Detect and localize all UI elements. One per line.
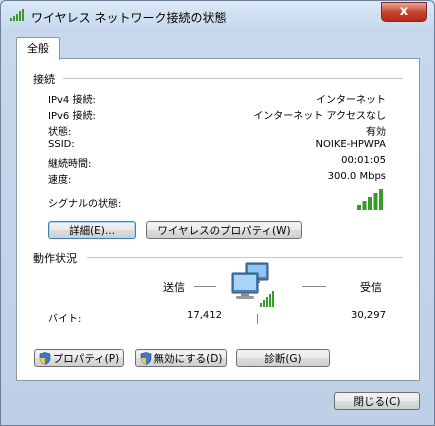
wireless-properties-button[interactable]: ワイヤレスのプロパティ(W) [146,221,302,239]
ipv4-label: IPv4 接続: [48,95,96,106]
sent-line [194,286,216,287]
signal-bar [357,205,361,210]
duration-label: 継続時間: [48,159,92,170]
close-icon[interactable]: x [381,2,427,22]
general-panel: 接続 IPv4 接続: インターネット IPv6 接続: インターネット アクセ… [16,58,420,381]
received-line [302,286,326,287]
ssid-value: NOIKE-HPWPA [315,139,386,150]
disable-button[interactable]: 無効にする(D) [135,349,227,367]
activity-divider [87,257,403,258]
duration-value: 00:01:05 [341,155,386,166]
properties-button[interactable]: プロパティ(P) [34,349,124,367]
speed-value: 300.0 Mbps [327,171,386,182]
ipv6-label: IPv6 接続: [48,111,96,122]
close-button[interactable]: 閉じる(C) [334,392,420,410]
activity-header: 動作状況 [33,252,77,265]
received-label: 受信 [360,281,382,294]
network-computers-icon [231,262,274,307]
bytes-received-value: 30,297 [351,310,386,321]
state-value: 有効 [366,127,386,138]
state-label: 状態: [48,127,72,138]
signal-quality-label: シグナルの状態: [48,199,122,210]
uac-shield-icon [140,352,151,365]
properties-button-label: プロパティ(P) [52,353,120,365]
details-button[interactable]: 詳細(E)... [48,221,136,239]
disable-button-label: 無効にする(D) [153,353,223,365]
connection-divider [63,78,403,79]
tab-general[interactable]: 全般 [16,37,60,60]
signal-strength-icon [355,187,385,211]
speed-label: 速度: [48,175,72,186]
bytes-label: バイト: [48,314,82,325]
window-title: ワイヤレス ネットワーク接続の状態 [31,11,227,25]
diagnose-button[interactable]: 診断(G) [236,349,330,367]
signal-bar [373,193,378,210]
uac-shield-icon [39,352,51,365]
signal-icon [10,9,24,21]
signal-bar [368,197,372,210]
status-dialog: ワイヤレス ネットワーク接続の状態 x 全般 接続 IPv4 接続: インターネ… [0,0,435,426]
bytes-divider [257,314,258,324]
bytes-sent-value: 17,412 [187,310,222,321]
connection-header: 接続 [33,73,55,86]
signal-bar [379,189,383,210]
ssid-label: SSID: [48,139,75,150]
ipv4-value: インターネット [316,95,386,106]
signal-bar [362,201,367,210]
sent-label: 送信 [163,281,185,294]
ipv6-value: インターネット アクセスなし [253,111,386,122]
title-bar[interactable]: ワイヤレス ネットワーク接続の状態 x [1,1,434,31]
